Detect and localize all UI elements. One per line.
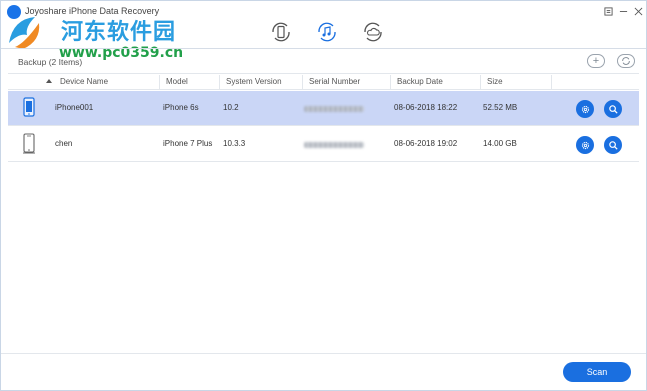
refresh-icon[interactable] (617, 54, 635, 68)
sort-ascending-icon[interactable] (46, 79, 52, 83)
column-divider (219, 75, 220, 89)
backup-table: Device Name Model System Version Serial … (8, 73, 639, 363)
backup-count-title: Backup (2 Items) (18, 57, 83, 67)
column-header-size[interactable]: Size (487, 77, 503, 86)
music-note-refresh-icon (318, 22, 336, 42)
column-header-backup-date[interactable]: Backup Date (397, 77, 443, 86)
backup-date: 08-06-2018 19:02 (394, 139, 458, 148)
title-bar: Joyoshare iPhone Data Recovery 河东软件园 www… (1, 1, 646, 61)
device-model: iPhone 6s (163, 103, 199, 112)
cloud-refresh-icon (364, 22, 382, 42)
table-row[interactable]: iPhone001 iPhone 6s 10.2 08-06-2018 18:2… (8, 91, 639, 126)
backup-size: 52.52 MB (483, 103, 518, 112)
app-title: Joyoshare iPhone Data Recovery (25, 6, 160, 16)
search-button[interactable] (604, 136, 622, 154)
device-name: chen (55, 139, 73, 148)
settings-button[interactable] (576, 136, 594, 154)
serial-number-blurred (304, 142, 364, 148)
search-icon (608, 140, 618, 150)
device-name: iPhone001 (55, 103, 94, 112)
gear-icon (581, 105, 589, 113)
backup-size: 14.00 GB (483, 139, 517, 148)
column-header-serial-number[interactable]: Serial Number (309, 77, 360, 86)
mode-ios-device-button[interactable] (268, 19, 294, 45)
system-version: 10.2 (223, 103, 239, 112)
column-divider (390, 75, 391, 89)
app-logo-icon (7, 5, 21, 19)
add-icon[interactable]: + (587, 54, 605, 68)
watermark-logo-icon (9, 17, 40, 49)
app-window: Joyoshare iPhone Data Recovery 河东软件园 www… (0, 0, 647, 391)
column-header-device-name[interactable]: Device Name (60, 77, 108, 86)
column-divider (159, 75, 160, 89)
iphone-device-icon (23, 97, 35, 117)
backup-date: 08-06-2018 18:22 (394, 103, 458, 112)
minimize-icon[interactable] (617, 5, 629, 17)
gear-icon (581, 141, 589, 149)
device-model: iPhone 7 Plus (163, 139, 213, 148)
footer-divider (1, 353, 646, 354)
serial-number-blurred (304, 106, 364, 112)
settings-button[interactable] (576, 100, 594, 118)
iphone-device-icon (23, 133, 35, 154)
search-button[interactable] (604, 100, 622, 118)
column-header-model[interactable]: Model (166, 77, 188, 86)
mode-icloud-button[interactable] (360, 19, 386, 45)
scan-button[interactable]: Scan (563, 362, 631, 382)
divider (1, 48, 646, 49)
column-divider (551, 75, 552, 89)
phone-refresh-icon (272, 22, 290, 42)
table-header: Device Name Model System Version Serial … (8, 74, 639, 90)
column-divider (302, 75, 303, 89)
mode-itunes-button[interactable] (314, 19, 340, 45)
watermark-title: 河东软件园 (61, 20, 177, 45)
table-row[interactable]: chen iPhone 7 Plus 10.3.3 08-06-2018 19:… (8, 127, 639, 162)
menu-icon[interactable] (602, 5, 614, 17)
column-divider (480, 75, 481, 89)
search-icon (608, 104, 618, 114)
close-icon[interactable] (632, 5, 644, 17)
column-header-system-version[interactable]: System Version (226, 77, 282, 86)
system-version: 10.3.3 (223, 139, 246, 148)
